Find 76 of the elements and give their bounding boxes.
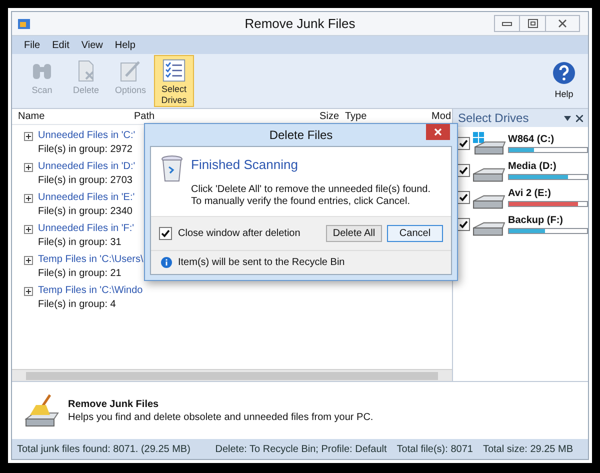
group-count: File(s) in group: 21	[38, 267, 122, 281]
dialog-message: Click 'Delete All' to remove the unneeded file(s) found.	[191, 184, 431, 196]
recycle-bin-icon	[161, 155, 183, 183]
expand-toggle[interactable]	[24, 132, 33, 141]
dropdown-icon[interactable]	[564, 116, 571, 120]
help-icon	[552, 60, 576, 85]
maximize-button[interactable]	[520, 15, 546, 32]
group-count: File(s) in group: 31	[38, 236, 122, 250]
column-header[interactable]: Path	[130, 109, 315, 124]
menu-item[interactable]: Edit	[52, 38, 70, 52]
menu-item[interactable]: View	[81, 38, 103, 52]
menu-item[interactable]: Help	[114, 38, 136, 52]
drive-name: Media (D:)	[508, 161, 558, 173]
expand-toggle[interactable]	[24, 225, 33, 234]
expand-toggle[interactable]	[24, 256, 33, 265]
hard-drive-icon	[473, 168, 505, 182]
info-icon	[161, 256, 172, 268]
close-button[interactable]	[546, 15, 580, 32]
group-title[interactable]: Unneeded Files in 'F:'	[38, 222, 134, 236]
group-count: File(s) in group: 2703	[38, 174, 134, 188]
status-text: Total junk files found: 8071. (29.25 MB)	[17, 442, 190, 456]
menu-item[interactable]: File	[24, 38, 40, 52]
dialog-title: Delete Files	[269, 127, 333, 144]
group-title[interactable]: Unneeded Files in 'D:'	[38, 160, 136, 174]
info-title: Remove Junk Files	[68, 398, 160, 410]
drive-checkbox[interactable]	[457, 191, 470, 204]
dialog-button[interactable]: Delete All	[326, 224, 382, 242]
checklist-icon	[161, 59, 187, 82]
minimize-button[interactable]	[494, 15, 520, 32]
maximize-icon	[528, 19, 538, 28]
close-icon	[434, 128, 442, 136]
broom-drive-icon	[22, 392, 62, 428]
expand-toggle[interactable]	[24, 163, 33, 172]
help-button[interactable]: Help	[552, 60, 578, 102]
pencil-document-icon	[118, 59, 142, 83]
close-button[interactable]	[426, 124, 450, 140]
checkbox[interactable]	[159, 226, 172, 240]
checkbox-label: Close window after deletion	[178, 226, 300, 240]
hard-drive-icon	[473, 222, 505, 236]
group-title[interactable]: Unneeded Files in 'C:'	[38, 129, 136, 143]
hard-drive-icon	[473, 194, 505, 208]
drive-checkbox[interactable]	[457, 218, 470, 231]
info-description: Helps you find and delete obsolete and unneeded files from your PC.	[68, 410, 374, 424]
close-icon[interactable]	[576, 114, 583, 122]
expand-toggle[interactable]	[24, 287, 33, 296]
horizontal-scrollbar[interactable]	[12, 369, 452, 381]
column-header[interactable]: Type	[339, 109, 421, 124]
drive-name: Backup (F:)	[508, 215, 564, 227]
drive-checkbox[interactable]	[457, 164, 470, 177]
status-field: Total size: 29.25 MB	[482, 442, 573, 456]
group-count: File(s) in group: 4	[38, 298, 117, 312]
dialog-message: To manually verify the found entries, click Cancel.	[191, 196, 411, 208]
expand-toggle[interactable]	[24, 194, 33, 203]
group-title[interactable]: Temp Files in 'C:\Users\	[38, 253, 144, 267]
window-title: Remove Junk Files	[244, 14, 356, 33]
dialog-heading: Finished Scanning	[191, 156, 299, 174]
group-title[interactable]: Unneeded Files in 'E:'	[38, 191, 135, 205]
status-field: Delete: To Recycle Bin; Profile: Default	[215, 442, 387, 456]
toolbar-button[interactable]: Select Drives	[154, 55, 194, 107]
column-header[interactable]: Name	[12, 109, 130, 124]
close-icon	[558, 19, 567, 28]
status-field: Total file(s): 8071	[396, 442, 473, 456]
pane-title: Select Drives	[458, 110, 529, 127]
dialog-button[interactable]: Cancel	[387, 224, 443, 242]
drive-checkbox[interactable]	[457, 137, 470, 150]
group-title[interactable]: Temp Files in 'C:\Windo	[38, 284, 143, 298]
group-count: File(s) in group: 2340	[38, 205, 134, 219]
drive-name: W864 (C:)	[508, 134, 556, 146]
dialog-footer-text: Item(s) will be sent to the Recycle Bin	[178, 256, 345, 270]
group-count: File(s) in group: 2972	[38, 143, 134, 157]
column-header[interactable]: Size	[315, 109, 339, 124]
column-header[interactable]: Mod	[421, 109, 451, 124]
windows-drive-icon	[471, 130, 507, 156]
minimize-icon	[502, 20, 512, 26]
app-icon	[17, 16, 31, 30]
drive-name: Avi 2 (E:)	[508, 188, 552, 200]
